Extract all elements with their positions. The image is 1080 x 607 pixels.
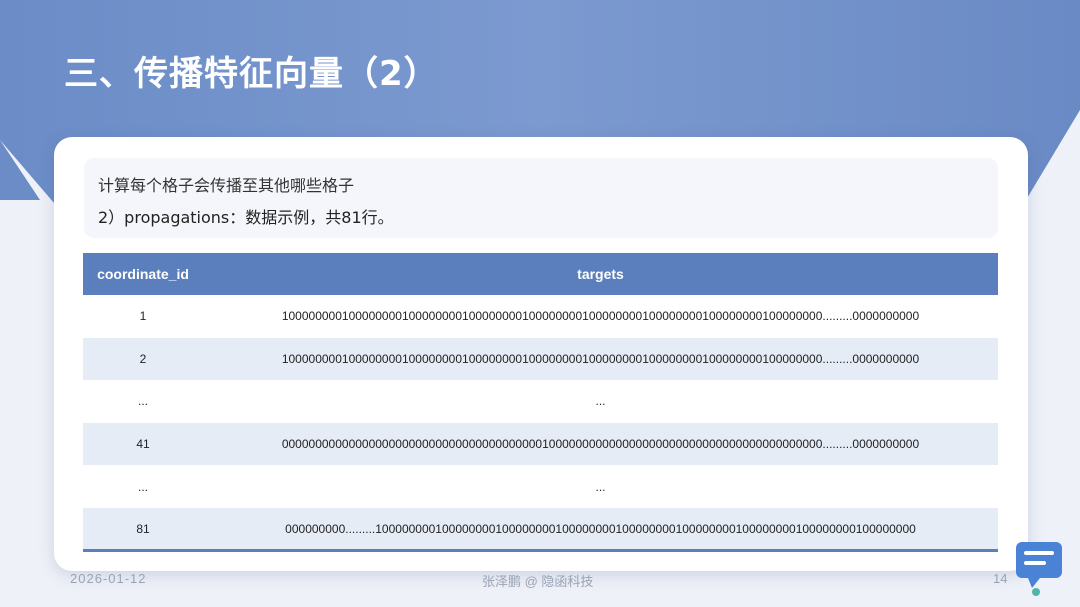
table-row: 41 0000000000000000000000000000000000000… — [83, 422, 998, 466]
cell-targets: 000000000.........1000000001000000001000… — [203, 507, 998, 553]
cell-id: 1 — [139, 309, 147, 324]
chat-bubble-icon[interactable] — [1010, 538, 1068, 600]
footer-date: 2026-01-12 — [70, 571, 147, 586]
table-row: 2 10000000010000000010000000010000000010… — [83, 337, 998, 381]
intro-subtitle: 2）propagations：数据示例，共81行。 — [98, 208, 394, 227]
cell-targets: ... — [595, 394, 606, 409]
cell-id: 41 — [83, 422, 203, 466]
intro-description: 计算每个格子会传播至其他哪些格子 — [98, 176, 355, 195]
page-number: 14 — [993, 571, 1008, 586]
table-row: ... ... — [83, 380, 998, 423]
cell-id: ... — [137, 479, 148, 494]
table-row: 1 10000000010000000010000000010000000010… — [83, 295, 998, 338]
table-row: ... ... — [83, 465, 998, 508]
footer-author: 张泽鹏 @ 隐函科技 — [482, 574, 594, 589]
cell-id: 2 — [83, 337, 203, 381]
header-coordinate-id: coordinate_id — [83, 253, 203, 295]
page-title: 三、传播特征向量（2） — [64, 54, 439, 94]
cell-targets: 1000000001000000001000000001000000001000… — [281, 309, 920, 324]
propagations-table: coordinate_id targets 1 1000000001000000… — [83, 253, 998, 553]
table-header-row: coordinate_id targets — [83, 253, 998, 295]
cell-targets: 1000000001000000001000000001000000001000… — [203, 337, 998, 381]
header-targets: targets — [203, 253, 998, 295]
cell-targets: ... — [595, 479, 606, 494]
cell-targets: 0000000000000000000000000000000000000001… — [203, 422, 998, 466]
cell-id: 81 — [83, 507, 203, 553]
cell-id: ... — [137, 394, 148, 409]
table-row: 81 000000000.........1000000001000000001… — [83, 507, 998, 553]
